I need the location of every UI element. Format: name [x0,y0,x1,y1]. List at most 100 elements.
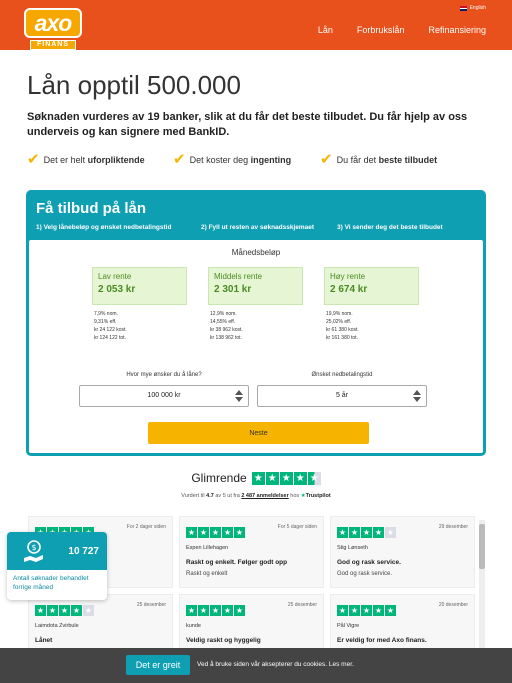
rate-amount: 2 301 kr [214,284,252,295]
rate-label: Middels rente [214,272,263,281]
uk-flag-icon [459,5,467,11]
rate-detail: 9,31% eff. [94,319,117,325]
rating-word: Glimrende [191,471,247,485]
star-icon: ★ [337,527,348,538]
trustpilot-rating[interactable]: Glimrende ★ ★ ★ ★ ★ [0,471,512,485]
loan-amount-select[interactable]: 100 000 kr [79,385,249,407]
review-title: Veldig raskt og hyggelig [186,637,261,644]
nav-item-refinansiering[interactable]: Refinansiering [428,25,486,35]
loan-calculator: Månedsbeløp Lav rente 2 053 kr 7,9% nom.… [29,240,483,453]
perk-text: Det koster deg ingenting [189,155,292,165]
cookie-text: Ved å bruke siden vår aksepterer du cook… [197,661,354,668]
review-card[interactable]: ★ ★ ★ ★ ★ 20 desember Pål Vigre Er veldig fo… [330,594,475,649]
rate-detail: 12,9% nom. [210,311,237,317]
cookie-read-more-link[interactable]: Les mer. [329,661,354,668]
rate-card-medium: Middels rente 2 301 kr [208,267,303,305]
review-stars: ★★★★★ [35,605,94,616]
term-label: Ønsket nedbetalingstid [311,372,373,378]
loan-offer-card: Få tilbud på lån 1) Velg lånebeløp og øn… [26,190,486,456]
step-3: 3) Vi sender deg det beste tilbudet [337,224,443,231]
nav-item-lan[interactable]: Lån [318,25,333,35]
page-title: Lån opptil 500.000 [27,70,241,100]
summary-text: av 5 ut fra [213,493,242,499]
trustpilot-logo[interactable]: ★Trustpilot [301,493,331,499]
rate-detail: 14,55% eff. [210,319,236,325]
review-title: Er veldig for med Axo finans. [337,637,427,644]
next-button[interactable]: Neste [148,422,369,444]
rate-detail: kr 161 380 tot. [326,335,358,341]
star-icon: ★ [373,527,384,538]
review-text: Raskt og enkelt [186,571,228,577]
perk-text: Det er helt uforpliktende [43,155,145,165]
scrollbar-thumb[interactable] [479,524,485,569]
lead-text: Søknaden vurderes av 19 banker, slik at … [27,111,468,138]
logo-subtext: FINANS [30,40,76,50]
rate-detail: 7,9% nom. [94,311,118,317]
rate-detail: 19,9% nom. [326,311,353,317]
review-card[interactable]: ★ ★ ★ ★ ★ 25 desember kunde Veldig raskt og … [179,594,324,649]
language-switch[interactable]: English [459,5,486,11]
review-author: Pål Vigre [337,623,360,629]
star-icon: ★ [186,527,197,538]
review-card[interactable]: ★ ★ ★ ★ ★ 29 desember Stig Lønseth God og ra… [330,516,475,588]
up-down-arrows-icon [412,389,422,403]
star-icon: ★ [251,471,265,485]
star-icon: ★ [361,605,372,616]
perk-item: ✔ Det er helt uforpliktende [27,151,173,168]
review-date: 25 desember [287,602,317,608]
star-icon: ★ [222,527,233,538]
review-date: For 2 dager siden [126,524,166,530]
widget-header: $ 10 727 [7,532,107,570]
rate-card-low: Lav rente 2 053 kr [92,267,187,305]
review-author: Espen Lillehagen [186,545,229,551]
step-2: 2) Fyll ut resten av søknadsskjemaet [201,224,315,231]
axo-logo[interactable]: axo FINANS [24,8,82,50]
star-icon: ★ [265,471,279,485]
star-icon: ★ [186,605,197,616]
rate-details-high: 19,9% nom. 25,02% eff. kr 61 380 kost. k… [326,310,359,342]
rate-details-medium: 12,9% nom. 14,55% eff. kr 38 962 kost. k… [210,310,243,342]
review-stars: ★★★★★ [186,605,245,616]
review-stars: ★★★★★ [337,527,396,538]
review-card[interactable]: ★ ★ ★ ★ ★ 25 desember Laimdota Zvirbule Låne… [28,594,173,649]
star-icon: ★ [222,605,233,616]
star-icon: ★ [337,605,348,616]
loan-term-select[interactable]: 5 år [257,385,427,407]
rate-detail: kr 61 380 kost. [326,327,359,333]
star-icon: ★ [361,527,372,538]
review-title: Lånet [35,637,53,644]
brand-name: Trustpilot [305,493,331,499]
cookie-bar: Det er greit Ved å bruke siden vår aksep… [0,648,512,683]
reviews-scrollbar[interactable] [479,520,485,650]
rate-amount: 2 053 kr [98,284,136,295]
up-down-arrows-icon [234,389,244,403]
star-icon: ★ [293,471,307,485]
review-title: Raskt og enkelt. Følger godt opp [186,559,288,566]
money-hand-icon: $ [21,538,47,564]
star-icon: ★ [385,605,396,616]
step-1: 1) Velg lånebeløp og ønsket nedbetalings… [36,224,172,231]
applications-label: Antall søknader behandlet forrige måned [13,575,89,591]
perk-item: ✔ Det koster deg ingenting [173,152,320,167]
review-date: 25 desember [136,602,166,608]
star-icon: ★ [349,605,360,616]
check-icon: ✔ [27,151,40,168]
rate-label: Lav rente [98,272,132,281]
review-count-link[interactable]: 2 487 anmeldelser [241,493,288,499]
star-icon: ★ [210,527,221,538]
amount-label: Hvor mye ønsker du å låne? [126,372,202,378]
accept-cookies-button[interactable]: Det er greit [126,655,190,675]
svg-text:$: $ [31,543,36,552]
summary-text: Vurdert til [181,493,207,499]
nav-item-forbrukslan[interactable]: Forbrukslån [357,25,405,35]
star-icon: ★ [59,605,70,616]
review-date: 29 desember [438,524,468,530]
rate-detail: kr 38 962 kost. [210,327,243,333]
monthly-amount-heading: Månedsbeløp [231,248,281,257]
applications-widget[interactable]: $ 10 727 Antall søknader behandlet forri… [7,532,107,600]
trustpilot-summary: Vurdert til 4.7 av 5 ut fra 2 487 anmeld… [0,493,512,499]
star-icon: ★ [279,471,293,485]
review-card[interactable]: ★ ★ ★ ★ ★ For 5 dager siden Espen Lillehagen… [179,516,324,588]
review-author: Stig Lønseth [337,545,368,551]
rate-detail: 25,02% eff. [326,319,352,325]
